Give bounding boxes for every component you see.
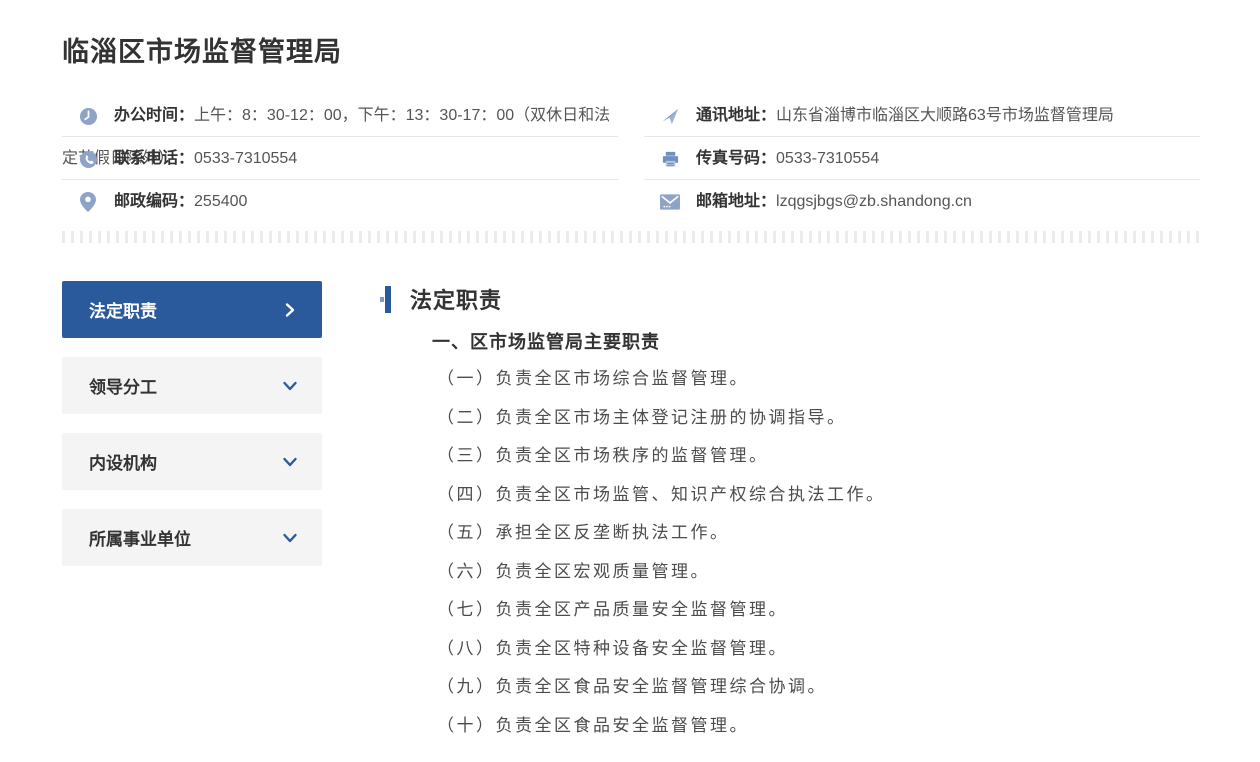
section-title: 法定职责 xyxy=(410,288,503,313)
sidebar-item-internal-orgs[interactable]: 内设机构 xyxy=(62,433,322,490)
main-content: 法定职责 一、区市场监管局主要职责 （一）负责全区市场综合监督管理。 （二）负责… xyxy=(380,281,1200,745)
postal-code-label: 邮政编码： xyxy=(114,193,195,210)
postal-code-value: 255400 xyxy=(194,193,248,210)
clock-icon xyxy=(78,106,98,126)
page: 临淄区市场监督管理局 办公时间：上午：8：30-12：00，下午：13：30-1… xyxy=(0,30,1260,745)
chevron-down-icon xyxy=(282,378,298,394)
duty-item: （一）负责全区市场综合监督管理。 xyxy=(437,369,749,389)
email-label: 邮箱地址： xyxy=(696,193,777,210)
chevron-down-icon xyxy=(282,530,298,546)
sidebar-item-label: 法定职责 xyxy=(89,302,157,321)
phone-cell: 联系电话：0533-7310554 xyxy=(62,137,618,180)
mail-icon xyxy=(660,192,680,212)
location-pin-icon xyxy=(78,192,98,212)
phone-label: 联系电话： xyxy=(114,150,195,167)
sidebar-item-label: 内设机构 xyxy=(89,454,157,473)
duty-item: （五）承担全区反垄断执法工作。 xyxy=(437,523,730,543)
duty-list: （一）负责全区市场综合监督管理。 （二）负责全区市场主体登记注册的协调指导。 （… xyxy=(437,360,1200,745)
email-value: lzqgsjbgs@zb.shandong.cn xyxy=(776,193,972,210)
address-value: 山东省淄博市临淄区大顺路63号市场监督管理局 xyxy=(776,107,1114,124)
sidebar-item-affiliated-units[interactable]: 所属事业单位 xyxy=(62,509,322,566)
duty-item: （九）负责全区食品安全监督管理综合协调。 xyxy=(437,677,827,697)
duty-item: （四）负责全区市场监管、知识产权综合执法工作。 xyxy=(437,484,886,505)
email-cell: 邮箱地址：lzqgsjbgs@zb.shandong.cn xyxy=(644,180,1200,223)
fax-label: 传真号码： xyxy=(696,150,777,167)
sidebar: 法定职责 领导分工 内设机构 所属事业单位 xyxy=(62,281,322,585)
fax-icon xyxy=(660,149,680,169)
section-marker-icon xyxy=(380,285,391,313)
duty-item: （七）负责全区产品质量安全监督管理。 xyxy=(437,600,788,620)
postal-code-cell: 邮政编码：255400 xyxy=(62,180,618,223)
striped-divider xyxy=(62,231,1200,243)
duty-item: （十）负责全区食品安全监督管理。 xyxy=(437,715,749,736)
contact-info-grid: 办公时间：上午：8：30-12：00，下午：13：30-17：00（双休日和法定… xyxy=(62,94,1200,223)
address-cell: 通讯地址：山东省淄博市临淄区大顺路63号市场监督管理局 xyxy=(644,94,1200,137)
duty-item: （八）负责全区特种设备安全监督管理。 xyxy=(437,638,788,659)
chevron-right-icon xyxy=(282,302,298,318)
sidebar-item-label: 领导分工 xyxy=(89,378,157,397)
send-icon xyxy=(660,106,680,126)
phone-icon xyxy=(78,149,98,169)
duty-item: （二）负责全区市场主体登记注册的协调指导。 xyxy=(437,407,847,428)
fax-cell: 传真号码：0533-7310554 xyxy=(644,137,1200,180)
address-label: 通讯地址： xyxy=(696,107,777,124)
duty-item: （三）负责全区市场秩序的监督管理。 xyxy=(437,446,769,466)
subsection-title: 一、区市场监管局主要职责 xyxy=(432,332,660,352)
sidebar-item-legal-duties[interactable]: 法定职责 xyxy=(62,281,322,338)
duty-item: （六）负责全区宏观质量管理。 xyxy=(437,561,710,582)
sidebar-item-label: 所属事业单位 xyxy=(89,530,191,549)
page-title: 临淄区市场监督管理局 xyxy=(62,37,342,67)
fax-value: 0533-7310554 xyxy=(776,150,880,167)
office-hours-cell: 办公时间：上午：8：30-12：00，下午：13：30-17：00（双休日和法定… xyxy=(62,94,618,167)
phone-value: 0533-7310554 xyxy=(194,150,298,167)
chevron-down-icon xyxy=(282,454,298,470)
office-hours-label: 办公时间： xyxy=(114,107,195,124)
sidebar-item-leadership[interactable]: 领导分工 xyxy=(62,357,322,414)
section-head: 法定职责 xyxy=(380,283,1200,315)
